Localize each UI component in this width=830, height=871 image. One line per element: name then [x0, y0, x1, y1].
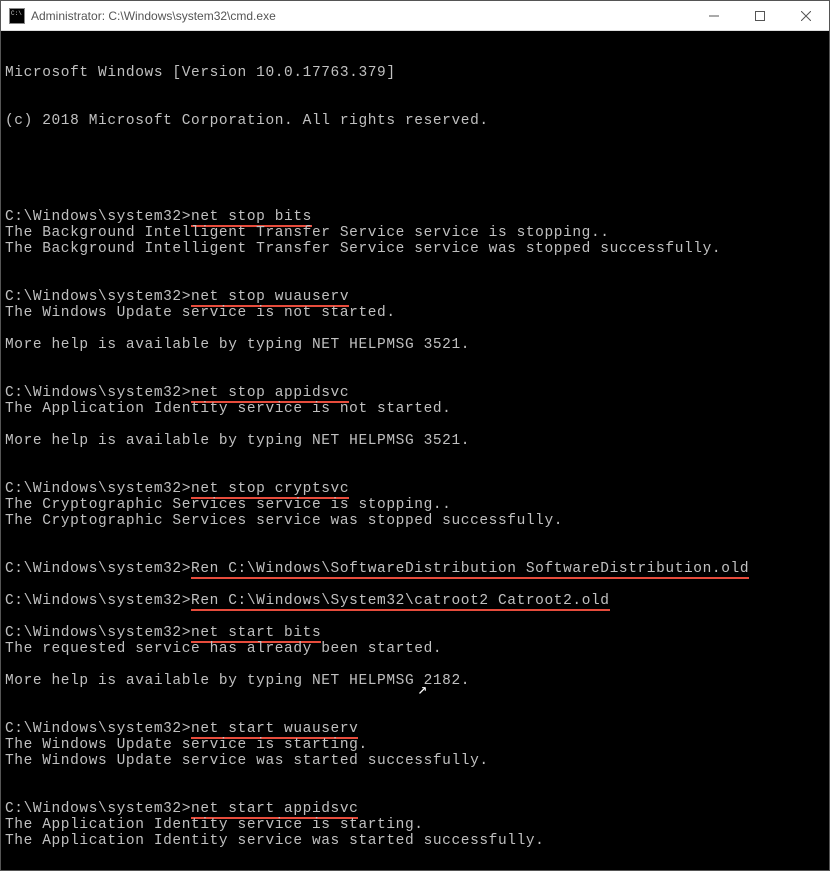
output-line: The Application Identity service was sta… [5, 833, 825, 849]
output-line [5, 257, 825, 273]
title-bar[interactable]: Administrator: C:\Windows\system32\cmd.e… [1, 1, 829, 31]
output-line: The Application Identity service is not … [5, 401, 825, 417]
command-line: C:\Windows\system32>Ren C:\Windows\Softw… [5, 561, 825, 577]
close-button[interactable] [783, 1, 829, 30]
output-line: More help is available by typing NET HEL… [5, 433, 825, 449]
output-line: The requested service has already been s… [5, 641, 825, 657]
output-line: The Cryptographic Services service was s… [5, 513, 825, 529]
output-line [5, 689, 825, 705]
output-line: The Background Intelligent Transfer Serv… [5, 225, 825, 241]
output-line: The Windows Update service is starting. [5, 737, 825, 753]
window-controls [691, 1, 829, 30]
terminal-output[interactable]: Microsoft Windows [Version 10.0.17763.37… [1, 31, 829, 870]
minimize-button[interactable] [691, 1, 737, 30]
command-text: Ren C:\Windows\SoftwareDistribution Soft… [191, 561, 749, 579]
version-line: Microsoft Windows [Version 10.0.17763.37… [5, 65, 825, 81]
output-line [5, 417, 825, 433]
output-line: The Background Intelligent Transfer Serv… [5, 241, 825, 257]
command-line: C:\Windows\system32>net start wuauserv [5, 721, 825, 737]
output-line: More help is available by typing NET HEL… [5, 337, 825, 353]
window-title: Administrator: C:\Windows\system32\cmd.e… [31, 9, 691, 23]
command-text: Ren C:\Windows\System32\catroot2 Catroot… [191, 593, 610, 611]
output-line [5, 353, 825, 369]
output-line [5, 849, 825, 865]
output-line [5, 321, 825, 337]
output-line [5, 657, 825, 673]
copyright-line: (c) 2018 Microsoft Corporation. All righ… [5, 113, 825, 129]
command-line: C:\Windows\system32>net start appidsvc [5, 801, 825, 817]
command-line: C:\Windows\system32>net stop bits [5, 209, 825, 225]
command-line: C:\Windows\system32>net stop cryptsvc [5, 481, 825, 497]
command-line: C:\Windows\system32>net start bits [5, 625, 825, 641]
command-line: C:\Windows\system32>net stop wuauserv [5, 289, 825, 305]
cmd-icon [9, 8, 25, 24]
output-line: More help is available by typing NET HEL… [5, 673, 825, 689]
output-line: The Cryptographic Services service is st… [5, 497, 825, 513]
output-line: The Windows Update service was started s… [5, 753, 825, 769]
output-line: The Windows Update service is not starte… [5, 305, 825, 321]
output-line: The Application Identity service is star… [5, 817, 825, 833]
command-line: C:\Windows\system32>net stop appidsvc [5, 385, 825, 401]
maximize-button[interactable] [737, 1, 783, 30]
output-line [5, 769, 825, 785]
output-line [5, 529, 825, 545]
output-line [5, 449, 825, 465]
command-line: C:\Windows\system32>Ren C:\Windows\Syste… [5, 593, 825, 609]
